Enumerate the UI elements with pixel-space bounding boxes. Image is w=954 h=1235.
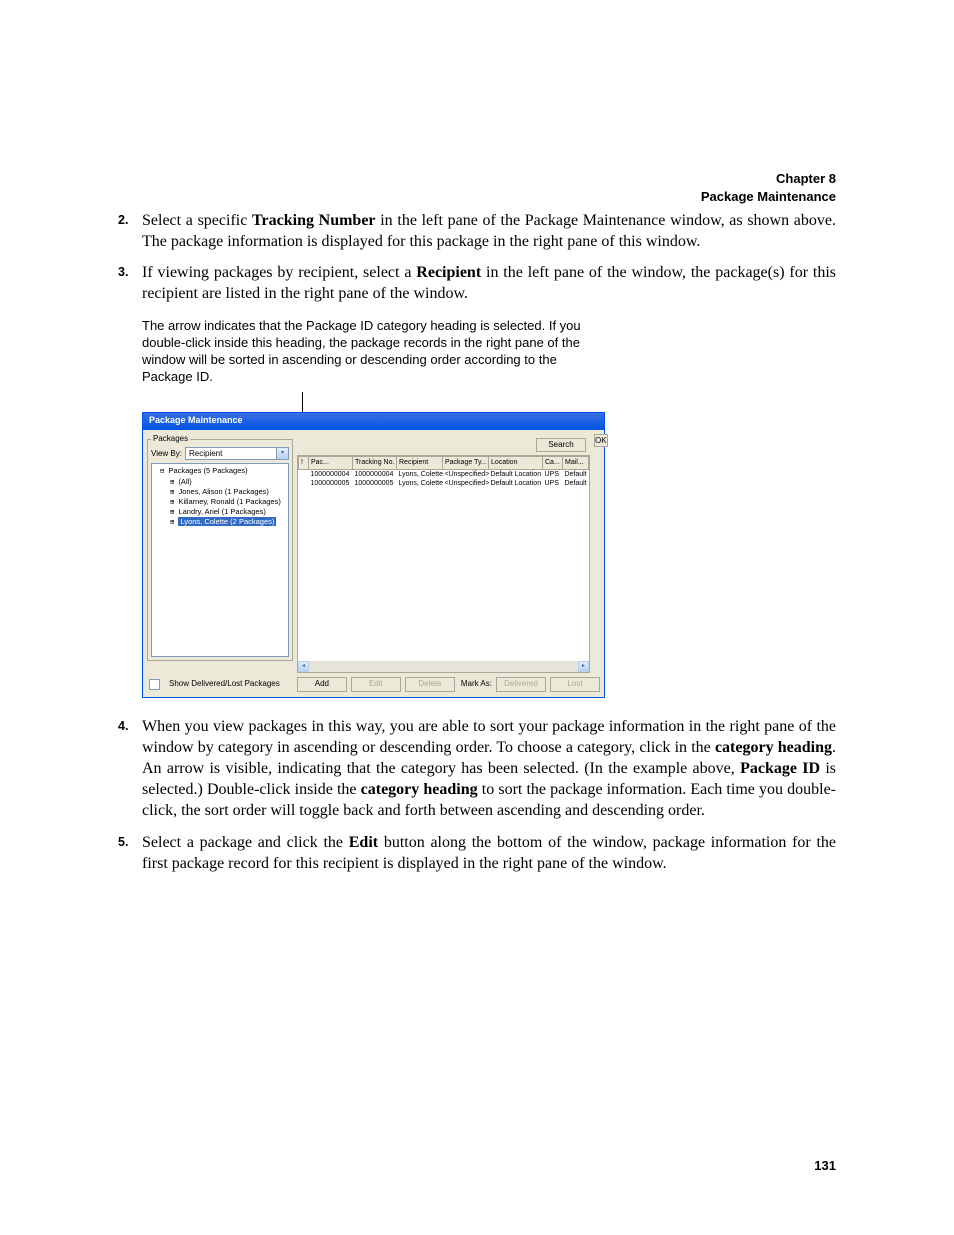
- table-row[interactable]: 1000000004 1000000004 Lyons, Colette <Un…: [299, 469, 589, 479]
- show-delivered-label: Show Delivered/Lost Packages: [169, 679, 291, 690]
- col-recipient[interactable]: Recipient: [397, 457, 443, 469]
- scroll-left-icon[interactable]: ◂: [298, 661, 309, 672]
- col-package-id[interactable]: Pac...: [309, 457, 353, 469]
- search-button[interactable]: Search: [536, 438, 586, 453]
- tree-root[interactable]: Packages (5 Packages): [154, 466, 286, 476]
- col-carrier[interactable]: Ca...: [543, 457, 563, 469]
- tree-item-selected[interactable]: Lyons, Colette (2 Packages): [154, 517, 286, 527]
- viewby-label: View By:: [151, 449, 182, 460]
- page-number: 131: [814, 1158, 836, 1173]
- step-number: 2.: [118, 212, 128, 229]
- chevron-down-icon[interactable]: ▾: [276, 448, 288, 459]
- delivered-button[interactable]: Delivered: [496, 677, 546, 692]
- tree-all[interactable]: (All): [154, 477, 286, 487]
- step-4: 4. When you view packages in this way, y…: [118, 716, 836, 822]
- step-number: 5.: [118, 834, 128, 851]
- show-delivered-checkbox[interactable]: [149, 679, 160, 690]
- step-5: 5. Select a package and click the Edit b…: [118, 832, 836, 874]
- scroll-right-icon[interactable]: ▸: [578, 661, 589, 672]
- table-row[interactable]: 1000000005 1000000005 Lyons, Colette <Un…: [299, 479, 589, 488]
- step-number: 4.: [118, 718, 128, 735]
- lost-button[interactable]: Lost: [550, 677, 600, 692]
- col-location[interactable]: Location: [489, 457, 543, 469]
- delete-button[interactable]: Delete: [405, 677, 455, 692]
- edit-button[interactable]: Edit: [351, 677, 401, 692]
- col-alert[interactable]: !: [299, 457, 309, 469]
- grid-header-row[interactable]: ! Pac... Tracking No. Recipient Package …: [299, 457, 589, 469]
- step-2: 2. Select a specific Tracking Number in …: [118, 210, 836, 252]
- page-header: Chapter 8 Package Maintenance: [701, 170, 836, 205]
- callout-text: The arrow indicates that the Package ID …: [142, 318, 582, 386]
- col-package-type[interactable]: Package Ty...: [443, 457, 489, 469]
- chapter-label: Chapter 8: [701, 170, 836, 188]
- add-button[interactable]: Add: [297, 677, 347, 692]
- tree-item[interactable]: Killarney, Ronald (1 Packages): [154, 497, 286, 507]
- screenshot-window: Package Maintenance Packages View By: Re…: [142, 412, 605, 698]
- package-grid[interactable]: ! Pac... Tracking No. Recipient Package …: [297, 455, 590, 673]
- tree-item[interactable]: Landry, Ariel (1 Packages): [154, 507, 286, 517]
- tree-item[interactable]: Jones, Alison (1 Packages): [154, 487, 286, 497]
- viewby-dropdown[interactable]: Recipient ▾: [185, 447, 289, 460]
- markas-label: Mark As:: [461, 679, 492, 690]
- col-mail[interactable]: Mail...: [563, 457, 589, 469]
- body-content: 2. Select a specific Tracking Number in …: [118, 210, 836, 874]
- packages-fieldset: Packages View By: Recipient ▾ Packa: [147, 434, 293, 662]
- step-3: 3. If viewing packages by recipient, sel…: [118, 262, 836, 304]
- ok-button[interactable]: OK: [594, 434, 608, 447]
- recipient-tree[interactable]: Packages (5 Packages) (All) Jones, Aliso…: [151, 463, 289, 657]
- step-number: 3.: [118, 264, 128, 281]
- callout-pointer: [302, 392, 473, 412]
- window-titlebar: Package Maintenance: [143, 413, 604, 430]
- horizontal-scrollbar[interactable]: ◂ ▸: [298, 661, 589, 672]
- chapter-title: Package Maintenance: [701, 188, 836, 206]
- col-tracking[interactable]: Tracking No.: [353, 457, 397, 469]
